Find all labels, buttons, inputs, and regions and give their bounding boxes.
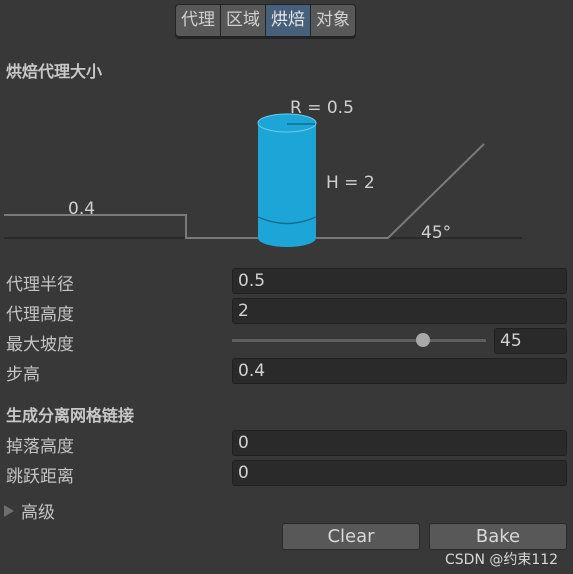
agent-height-label: 代理高度 — [6, 305, 74, 325]
advanced-label: 高级 — [21, 503, 55, 523]
tab-bar: 代理 区域 烘焙 对象 — [175, 4, 356, 39]
advanced-foldout[interactable]: 高级 — [4, 498, 55, 523]
radius-label: R = 0.5 — [290, 98, 354, 118]
step-height-input[interactable]: 0.4 — [232, 358, 567, 384]
bake-agent-size-title: 烘焙代理大小 — [6, 62, 103, 81]
jump-distance-label: 跳跃距离 — [6, 467, 74, 487]
agent-radius-label: 代理半径 — [6, 275, 74, 295]
max-slope-label: 最大坡度 — [6, 335, 74, 355]
max-slope-input[interactable]: 45 — [494, 328, 567, 354]
jump-distance-input[interactable]: 0 — [232, 460, 567, 486]
tab-object[interactable]: 对象 — [311, 5, 355, 36]
foldout-triangle-icon — [4, 504, 14, 517]
tab-agents[interactable]: 代理 — [176, 5, 220, 36]
height-label: H = 2 — [326, 173, 375, 193]
step-height-label: 步高 — [6, 365, 40, 385]
step-label: 0.4 — [68, 199, 95, 219]
tab-bake[interactable]: 烘焙 — [266, 5, 310, 36]
drop-height-input[interactable]: 0 — [232, 430, 567, 456]
drop-height-label: 掉落高度 — [6, 437, 74, 457]
agent-cylinder-icon — [257, 113, 317, 247]
tab-areas[interactable]: 区域 — [221, 5, 265, 36]
max-slope-slider-thumb[interactable] — [415, 333, 430, 347]
watermark: CSDN @约束112 — [445, 552, 559, 568]
slope-label: 45° — [421, 223, 451, 243]
clear-button[interactable]: Clear — [282, 523, 420, 550]
agent-radius-input[interactable]: 0.5 — [232, 268, 567, 294]
agent-size-diagram: R = 0.5 H = 2 0.4 45° — [4, 98, 522, 247]
agent-height-input[interactable]: 2 — [232, 298, 567, 324]
offmesh-links-title: 生成分离网格链接 — [6, 406, 135, 425]
bake-button[interactable]: Bake — [429, 523, 567, 550]
max-slope-slider-track[interactable] — [232, 339, 486, 342]
step-outline — [4, 214, 258, 239]
